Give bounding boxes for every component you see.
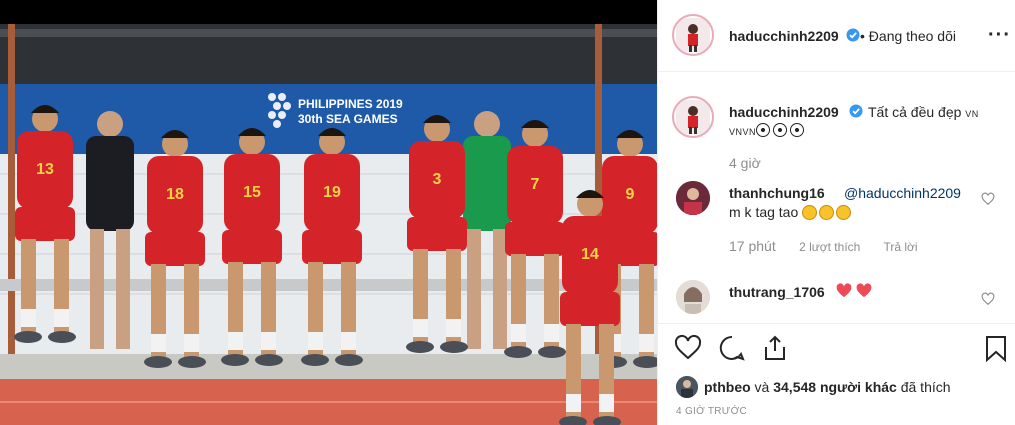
soccer-ball-icon xyxy=(756,123,771,137)
comments-list: haducchinh2209 Tất cả đều đẹp VN VNVN 4 … xyxy=(658,73,1015,323)
post-photo-pane[interactable]: PHILIPPINES 2019 30th SEA GAMES 13 18 15 19… xyxy=(0,0,657,425)
likes-summary: pthbeo và 34,548 người khác đã thích xyxy=(676,376,951,398)
jersey-number: 19 xyxy=(323,184,341,201)
comment-like-heart-icon[interactable] xyxy=(981,292,995,306)
comment-like-heart-icon[interactable] xyxy=(981,192,995,206)
thinking-face-icon xyxy=(819,205,835,220)
caption-username[interactable]: haducchinh2209 xyxy=(729,104,839,120)
more-horizontal-icon[interactable]: ··· xyxy=(988,25,1011,45)
comment-body: m k tag tao xyxy=(729,204,799,220)
caption-line2: VNVN xyxy=(729,122,807,138)
likes-suffix: đã thích xyxy=(896,379,951,395)
verified-badge-icon xyxy=(846,28,860,42)
red-heart-icon xyxy=(836,283,852,298)
verified-badge-icon xyxy=(849,104,863,118)
comment-username[interactable]: thutrang_1706 xyxy=(729,284,825,300)
comment-avatar[interactable] xyxy=(676,181,710,215)
soccer-ball-icon xyxy=(790,123,805,137)
likes-count[interactable]: 34,548 người khác xyxy=(773,379,897,395)
flag-vn-text: VN xyxy=(965,109,979,119)
likes-and-text: và xyxy=(750,379,774,395)
caption-time[interactable]: 4 giờ xyxy=(729,155,761,171)
post-header: haducchinh2209 • Đang theo dõi ··· xyxy=(658,0,1015,72)
comment-text: m k tag tao xyxy=(729,204,853,220)
follow-status[interactable]: • Đang theo dõi xyxy=(860,28,956,44)
caption-body: Tất cả đều đẹp xyxy=(868,104,962,120)
comment-mention-link[interactable]: @haducchinh2209 xyxy=(844,185,961,201)
jersey-number: 18 xyxy=(166,186,184,203)
thinking-face-icon xyxy=(802,205,818,220)
thinking-face-icon xyxy=(836,205,852,220)
reply-button[interactable]: Trả lời xyxy=(883,240,917,254)
share-icon[interactable] xyxy=(761,334,789,362)
banner-line2: 30th SEA GAMES xyxy=(298,112,398,126)
comment-time[interactable]: 17 phút xyxy=(729,238,776,254)
comment-avatar[interactable] xyxy=(676,280,710,314)
banner-line1: PHILIPPINES 2019 xyxy=(298,97,403,111)
author-avatar[interactable] xyxy=(672,14,714,56)
comment-meta: 17 phút 2 lượt thích Trả lời xyxy=(729,238,938,254)
post-actions: pthbeo và 34,548 người khác đã thích 4 G… xyxy=(658,323,1015,425)
like-heart-icon[interactable] xyxy=(674,334,702,362)
jersey-number: 13 xyxy=(36,161,54,178)
soccer-ball-icon xyxy=(773,123,788,137)
jersey-number: 9 xyxy=(626,186,635,203)
team-photo: PHILIPPINES 2019 30th SEA GAMES 13 18 15 19… xyxy=(0,24,657,425)
jersey-number: 7 xyxy=(531,176,540,193)
photo-letterbox xyxy=(0,0,657,24)
caption-author-avatar[interactable] xyxy=(672,96,714,138)
liker-avatar[interactable] xyxy=(676,376,698,398)
flags-vnvn-text: VNVN xyxy=(729,127,757,137)
comment-bubble-icon[interactable] xyxy=(718,334,746,362)
post-side-panel: haducchinh2209 • Đang theo dõi ··· haduc… xyxy=(657,0,1015,425)
red-heart-icon xyxy=(857,283,872,298)
jersey-number: 15 xyxy=(243,184,261,201)
jersey-number: 3 xyxy=(433,171,442,188)
caption-text: Tất cả đều đẹp VN xyxy=(868,104,979,120)
bookmark-icon[interactable] xyxy=(982,334,1010,362)
comment-text xyxy=(836,283,872,303)
author-username[interactable]: haducchinh2209 xyxy=(729,28,839,44)
jersey-number: 14 xyxy=(581,246,599,263)
comment-likes[interactable]: 2 lượt thích xyxy=(799,240,860,254)
post-timestamp[interactable]: 4 GIỜ TRƯỚC xyxy=(676,406,747,417)
comment-username[interactable]: thanhchung16 xyxy=(729,185,825,201)
liker-username[interactable]: pthbeo xyxy=(704,379,751,395)
